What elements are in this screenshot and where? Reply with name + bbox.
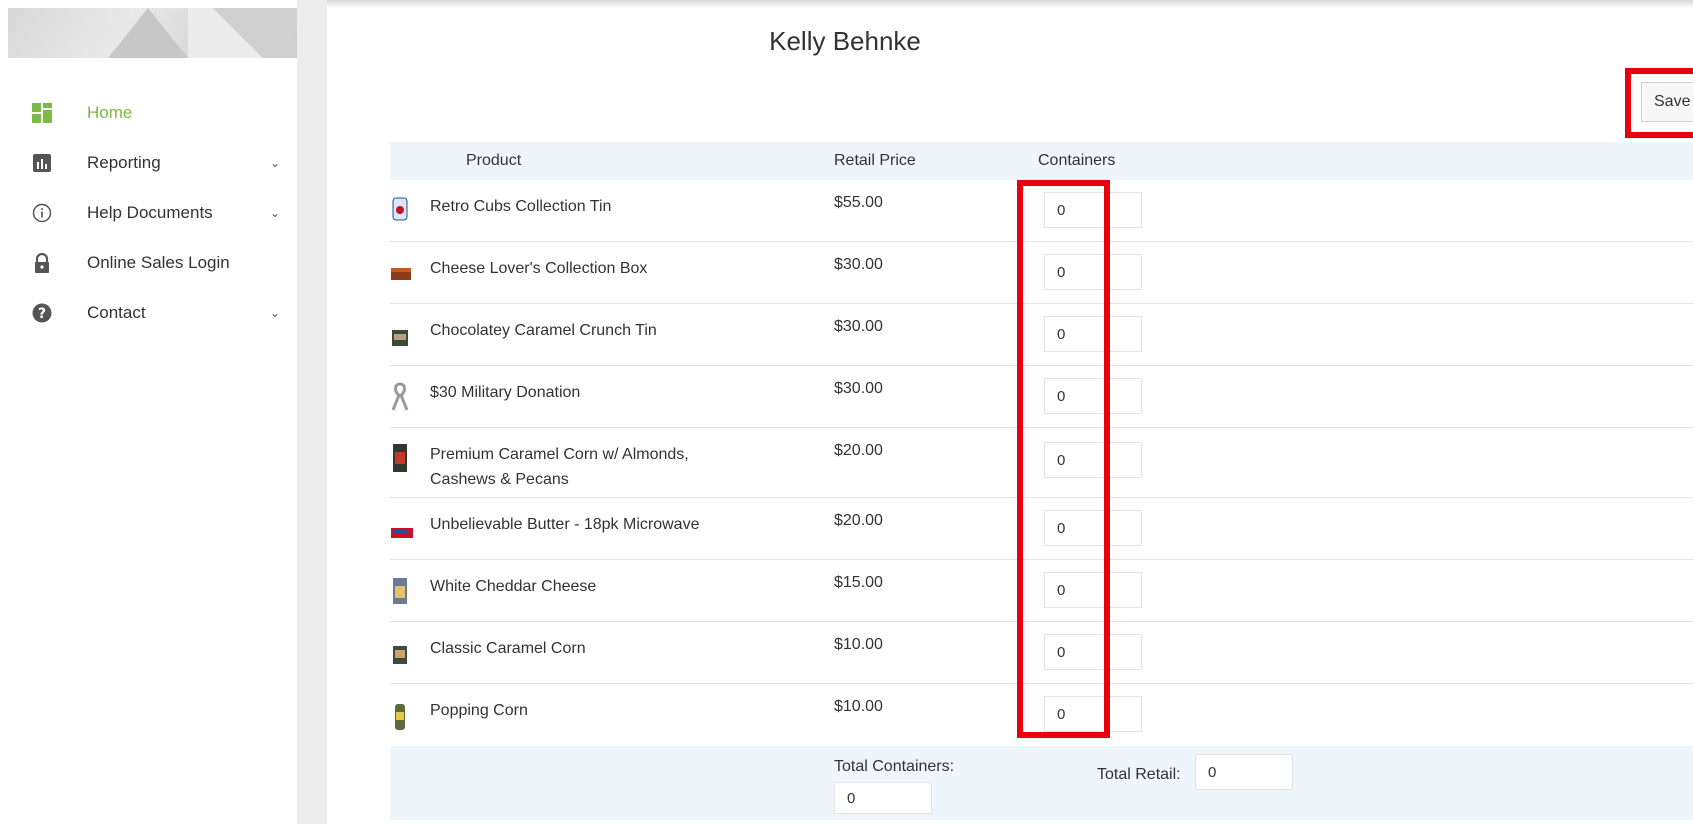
save-button[interactable]: Save xyxy=(1641,82,1693,122)
sidebar-item-label: Help Documents xyxy=(87,203,213,222)
table-row: Chocolatey Caramel Crunch Tin $30.00 xyxy=(390,304,1693,366)
product-thumbnail xyxy=(390,256,411,286)
product-name: Classic Caramel Corn xyxy=(430,640,586,657)
table-row: $30 Military Donation $30.00 xyxy=(390,366,1693,428)
product-name: $30 Military Donation xyxy=(430,384,581,401)
product-name: White Cheddar Cheese xyxy=(430,578,597,595)
sidebar-item-contact[interactable]: ? Contact ⌄ xyxy=(0,288,297,338)
table-row: Unbelievable Butter - 18pk Microwave $20… xyxy=(390,498,1693,560)
product-name: Unbelievable Butter - 18pk Microwave xyxy=(430,516,700,533)
column-header-product: Product xyxy=(466,152,522,169)
product-thumbnail xyxy=(390,194,410,224)
product-thumbnail xyxy=(390,318,410,348)
column-header-containers: Containers xyxy=(1038,152,1116,169)
product-price: $10.00 xyxy=(834,698,883,715)
product-thumbnail xyxy=(390,636,410,666)
table-row: Retro Cubs Collection Tin $55.00 xyxy=(390,180,1693,242)
containers-input[interactable] xyxy=(1044,378,1142,414)
product-name: Chocolatey Caramel Crunch Tin xyxy=(430,322,657,339)
sidebar-item-label: Online Sales Login xyxy=(87,253,230,272)
sidebar: Home Reporting ⌄ Help Documents ⌄ Online… xyxy=(0,0,297,824)
main-content: Kelly Behnke Save Product Retail Price C… xyxy=(327,0,1693,824)
bar-chart-icon xyxy=(31,152,53,174)
product-thumbnail xyxy=(390,698,410,730)
sidebar-nav: Home Reporting ⌄ Help Documents ⌄ Online… xyxy=(0,88,297,338)
table-header: Product Retail Price Containers xyxy=(390,142,1693,180)
total-retail-field[interactable] xyxy=(1195,754,1293,790)
product-price: $30.00 xyxy=(834,318,883,335)
product-price: $30.00 xyxy=(834,380,883,397)
table-row: Premium Caramel Corn w/ Almonds, Cashews… xyxy=(390,428,1693,498)
sidebar-item-label: Reporting xyxy=(87,153,161,172)
info-circle-icon xyxy=(31,202,53,224)
table-row: White Cheddar Cheese $15.00 xyxy=(390,560,1693,622)
product-price: $30.00 xyxy=(834,256,883,273)
sidebar-item-online-sales-login[interactable]: Online Sales Login xyxy=(0,238,297,288)
order-table: Product Retail Price Containers Retro Cu… xyxy=(390,142,1693,820)
product-thumbnail xyxy=(390,442,410,472)
containers-input[interactable] xyxy=(1044,254,1142,290)
product-name: Retro Cubs Collection Tin xyxy=(430,198,612,215)
svg-text:?: ? xyxy=(38,306,46,322)
product-price: $20.00 xyxy=(834,512,883,529)
save-highlight: Save xyxy=(1625,68,1693,138)
column-header-retail-price: Retail Price xyxy=(834,152,916,169)
product-price: $10.00 xyxy=(834,636,883,653)
sidebar-banner-logo xyxy=(8,8,297,58)
page-title: Kelly Behnke xyxy=(769,26,921,56)
table-row: Popping Corn $10.00 xyxy=(390,684,1693,746)
product-name: Premium Caramel Corn w/ Almonds, Cashews… xyxy=(430,446,689,488)
sidebar-item-reporting[interactable]: Reporting ⌄ xyxy=(0,138,297,188)
product-price: $55.00 xyxy=(834,194,883,211)
totals-row: Total Containers: Total Retail: xyxy=(390,746,1693,820)
containers-input[interactable] xyxy=(1044,572,1142,608)
table-row: Cheese Lover's Collection Box $30.00 xyxy=(390,242,1693,304)
containers-input[interactable] xyxy=(1044,442,1142,478)
product-name: Popping Corn xyxy=(430,702,528,719)
containers-input[interactable] xyxy=(1044,634,1142,670)
containers-input[interactable] xyxy=(1044,510,1142,546)
product-name: Cheese Lover's Collection Box xyxy=(430,260,648,277)
total-containers-field[interactable] xyxy=(834,782,932,814)
containers-input[interactable] xyxy=(1044,192,1142,228)
sidebar-item-help-documents[interactable]: Help Documents ⌄ xyxy=(0,188,297,238)
chevron-down-icon: ⌄ xyxy=(270,156,281,170)
sidebar-item-label: Home xyxy=(87,103,133,122)
product-thumbnail xyxy=(390,574,410,604)
total-containers-label: Total Containers: xyxy=(834,758,955,775)
chevron-down-icon: ⌄ xyxy=(270,306,281,320)
ribbon-icon xyxy=(390,380,410,411)
total-retail-label: Total Retail: xyxy=(1097,766,1181,783)
question-circle-icon: ? xyxy=(31,302,53,324)
lock-icon xyxy=(31,252,53,274)
chevron-down-icon: ⌄ xyxy=(270,206,281,220)
dashboard-grid-icon xyxy=(31,102,53,124)
sidebar-item-home[interactable]: Home xyxy=(0,88,297,138)
containers-input[interactable] xyxy=(1044,316,1142,352)
product-price: $15.00 xyxy=(834,574,883,591)
containers-input[interactable] xyxy=(1044,696,1142,732)
table-row: Classic Caramel Corn $10.00 xyxy=(390,622,1693,684)
sidebar-divider xyxy=(297,0,327,824)
product-price: $20.00 xyxy=(834,442,883,459)
sidebar-item-label: Contact xyxy=(87,303,146,322)
product-thumbnail xyxy=(390,512,413,542)
